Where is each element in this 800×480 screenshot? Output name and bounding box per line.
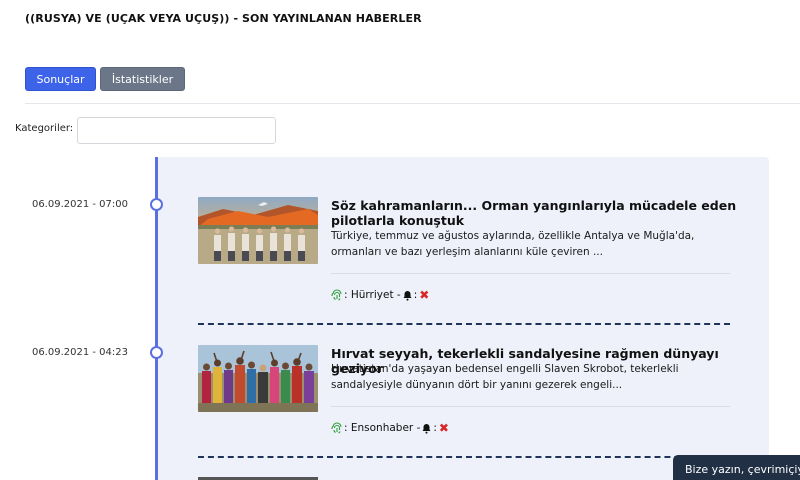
alert-label: :	[413, 289, 418, 301]
category-label: Kategoriler:	[15, 123, 74, 134]
x-icon[interactable]: ✖	[439, 421, 449, 435]
news-separator	[331, 273, 730, 274]
news-title-link[interactable]: Söz kahramanların... Orman yangınlarıyla…	[331, 198, 741, 228]
fingerprint-icon	[331, 422, 342, 434]
news-summary: Hırvatistan'da yaşayan bedensel engelli …	[331, 363, 679, 391]
bell-icon[interactable]	[421, 423, 432, 434]
news-divider-dashed	[198, 323, 730, 325]
news-source: : Hürriyet - : ✖	[331, 288, 429, 302]
view-tabs: Sonuçlar İstatistikler	[25, 67, 185, 91]
thumbnail-image	[198, 345, 318, 412]
news-thumbnail[interactable]	[198, 345, 318, 412]
news-thumbnail[interactable]	[198, 197, 318, 264]
news-divider-dashed	[198, 456, 730, 458]
x-icon[interactable]: ✖	[419, 288, 429, 302]
source-name: : Ensonhaber -	[344, 422, 421, 434]
chat-widget-button[interactable]: Bize yazın, çevrimiçiyiz	[673, 455, 800, 480]
bell-icon[interactable]	[402, 290, 413, 301]
news-date: 06.09.2021 - 07:00	[31, 199, 128, 210]
tab-statistics[interactable]: İstatistikler	[100, 67, 185, 91]
source-name: : Hürriyet -	[344, 289, 401, 301]
timeline-dot	[150, 346, 163, 359]
thumbnail-image	[198, 197, 318, 264]
news-summary: Türkiye, temmuz ve ağustos aylarında, öz…	[331, 230, 695, 258]
header-divider	[25, 103, 800, 104]
news-date: 06.09.2021 - 04:23	[31, 347, 128, 358]
news-separator	[331, 406, 730, 407]
fingerprint-icon	[331, 289, 342, 301]
page-title: ((RUSYA) VE (UÇAK VEYA UÇUŞ)) - SON YAYI…	[25, 12, 422, 25]
tab-results[interactable]: Sonuçlar	[25, 67, 96, 91]
alert-label: :	[433, 422, 437, 434]
news-source: : Ensonhaber - : ✖	[331, 421, 449, 435]
timeline-dot	[150, 198, 163, 211]
category-input[interactable]	[77, 117, 276, 144]
